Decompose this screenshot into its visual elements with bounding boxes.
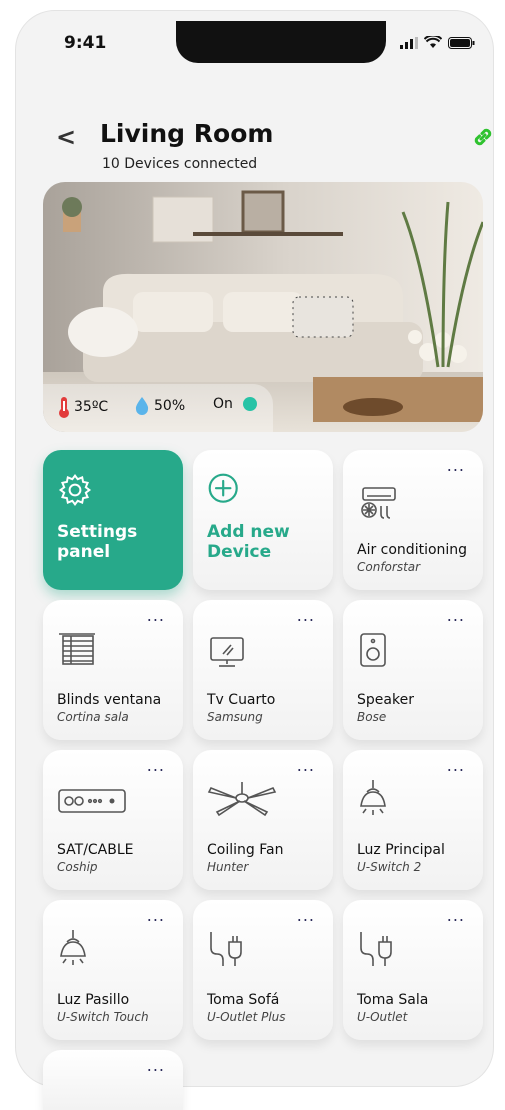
back-button[interactable]: <: [56, 123, 76, 151]
notch: [176, 21, 386, 63]
add-device-button[interactable]: Add new Device: [193, 450, 333, 590]
device-name: Coiling Fan: [207, 842, 284, 858]
water-drop-icon: [135, 397, 149, 415]
set-top-box-icon: [58, 789, 126, 813]
device-card-partial[interactable]: ...: [43, 1050, 183, 1110]
power-indicator-dot: [242, 397, 257, 411]
device-name: Air conditioning: [357, 542, 468, 558]
more-options-icon[interactable]: ...: [447, 906, 465, 925]
device-name: Toma Sofá: [207, 992, 280, 1008]
more-options-icon[interactable]: ...: [447, 756, 465, 775]
more-options-icon[interactable]: ...: [447, 456, 465, 475]
more-options-icon[interactable]: ...: [147, 906, 165, 925]
more-options-icon[interactable]: ...: [447, 606, 465, 625]
power-label: On: [213, 396, 233, 412]
device-card-blinds[interactable]: ... Blinds ventana Cortina sala: [43, 600, 183, 740]
device-card-luz-principal[interactable]: ... Luz Principal U-Switch 2: [343, 750, 483, 890]
plug-icon: [210, 932, 242, 966]
air-conditioner-icon: [361, 487, 396, 519]
device-card-air-conditioning[interactable]: ... Air conditioning Conforstar: [343, 450, 483, 590]
device-brand: U-Outlet: [357, 1010, 408, 1024]
status-icons: [400, 36, 475, 49]
tv-icon: [210, 637, 244, 667]
wifi-icon: [424, 36, 442, 48]
link-icon[interactable]: [471, 125, 493, 153]
settings-panel-button[interactable]: Settings panel: [43, 450, 183, 590]
ceiling-fan-icon: [207, 782, 277, 817]
temperature-reading: 35ºC: [58, 396, 108, 418]
page-title: Living Room: [100, 119, 274, 148]
device-brand: U-Switch 2: [357, 860, 422, 874]
device-brand: Samsung: [207, 710, 263, 724]
more-options-icon[interactable]: ...: [147, 756, 165, 775]
device-brand: Bose: [357, 710, 387, 724]
device-name: Luz Principal: [357, 842, 445, 858]
device-brand: Hunter: [207, 860, 249, 874]
power-toggle[interactable]: On: [213, 396, 257, 412]
device-card-ceiling-fan[interactable]: ... Coiling Fan Hunter: [193, 750, 333, 890]
blinds-icon: [59, 633, 95, 665]
device-card-toma-sofa[interactable]: ... Toma Sofá U-Outlet Plus: [193, 900, 333, 1040]
add-device-label: Add new Device: [207, 522, 290, 562]
plus-circle-icon: [208, 473, 238, 503]
device-name: Speaker: [357, 692, 414, 708]
pendant-lamp-icon: [60, 930, 86, 965]
device-card-sat-cable[interactable]: ... SAT/CABLE Coship: [43, 750, 183, 890]
gear-icon: [58, 473, 92, 507]
settings-panel-label: Settings panel: [57, 522, 138, 562]
device-brand: U-Switch Touch: [57, 1010, 149, 1024]
device-name: Blinds ventana: [57, 692, 162, 708]
device-name: Luz Pasillo: [57, 992, 130, 1008]
more-options-icon[interactable]: ...: [297, 906, 315, 925]
status-time: 9:41: [64, 33, 107, 53]
device-card-speaker[interactable]: ... Speaker Bose: [343, 600, 483, 740]
device-name: SAT/CABLE: [57, 842, 134, 858]
more-options-icon[interactable]: ...: [297, 756, 315, 775]
more-options-icon[interactable]: ...: [147, 1056, 165, 1075]
speaker-icon: [360, 633, 386, 667]
device-name: Tv Cuarto: [207, 692, 276, 708]
thermometer-icon: [59, 397, 69, 418]
temperature-value: 35ºC: [74, 399, 109, 415]
device-card-tv[interactable]: ... Tv Cuarto Samsung: [193, 600, 333, 740]
device-brand: Coship: [57, 860, 98, 874]
device-brand: Cortina sala: [57, 710, 129, 724]
pendant-lamp-icon: [360, 780, 386, 815]
device-brand: U-Outlet Plus: [207, 1010, 286, 1024]
device-brand: Conforstar: [357, 560, 421, 574]
humidity-value: 50%: [154, 398, 186, 414]
signal-icon: [400, 36, 418, 49]
battery-icon: [448, 36, 475, 49]
humidity-reading: 50%: [134, 396, 185, 416]
more-options-icon[interactable]: ...: [297, 606, 315, 625]
device-card-toma-sala[interactable]: ... Toma Sala U-Outlet: [343, 900, 483, 1040]
device-card-luz-pasillo[interactable]: ... Luz Pasillo U-Switch Touch: [43, 900, 183, 1040]
device-name: Toma Sala: [357, 992, 429, 1008]
devices-connected-count: 10 Devices connected: [102, 156, 258, 172]
plug-icon: [360, 932, 392, 966]
more-options-icon[interactable]: ...: [147, 606, 165, 625]
